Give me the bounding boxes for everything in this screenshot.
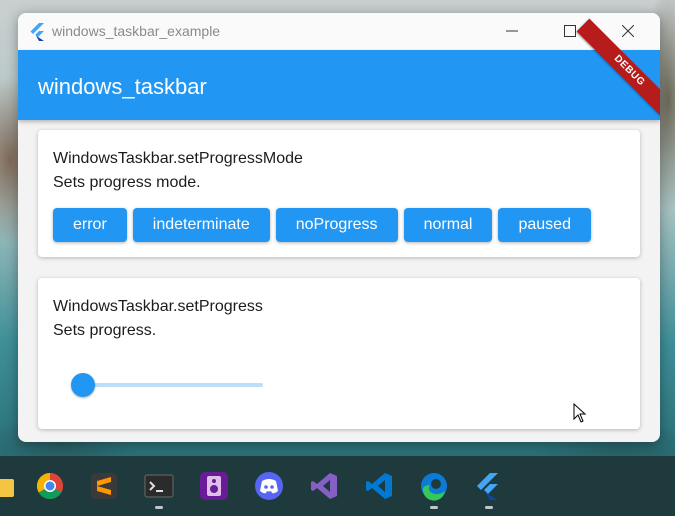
- terminal-icon[interactable]: [144, 471, 174, 501]
- close-icon: [622, 25, 634, 37]
- edge-running-indicator: [430, 506, 438, 509]
- title-bar[interactable]: windows_taskbar_example: [18, 13, 660, 50]
- taskbar: [0, 456, 675, 516]
- terminal-running-indicator: [155, 506, 163, 509]
- progress-mode-card: WindowsTaskbar.setProgressMode Sets prog…: [38, 130, 640, 257]
- paused-button[interactable]: paused: [498, 208, 591, 242]
- progress-slider-track[interactable]: [83, 383, 263, 387]
- winamp-icon[interactable]: [199, 471, 229, 501]
- file-explorer-icon[interactable]: [0, 471, 16, 501]
- chrome-icon[interactable]: [35, 471, 65, 501]
- edge-icon[interactable]: [419, 471, 449, 501]
- visual-studio-icon[interactable]: [309, 471, 339, 501]
- no-progress-button[interactable]: noProgress: [275, 208, 398, 242]
- error-button[interactable]: error: [53, 208, 127, 242]
- app-window: windows_taskbar_example windows_taskbar …: [18, 13, 660, 442]
- sublime-text-icon[interactable]: [89, 471, 119, 501]
- minimize-button[interactable]: [490, 13, 536, 50]
- discord-icon[interactable]: [254, 471, 284, 501]
- progress-slider-thumb[interactable]: [71, 373, 95, 397]
- minimize-icon: [506, 30, 518, 32]
- mouse-cursor-icon: [573, 403, 587, 423]
- card-title: WindowsTaskbar.setProgress: [53, 298, 263, 315]
- maximize-icon: [564, 25, 576, 37]
- progress-card: WindowsTaskbar.setProgress Sets progress…: [38, 278, 640, 429]
- app-bar: windows_taskbar DEBUG: [18, 18, 660, 124]
- flutter-icon[interactable]: [474, 471, 504, 501]
- flutter-logo-icon: [30, 23, 44, 41]
- card-title: WindowsTaskbar.setProgressMode: [53, 150, 303, 167]
- indeterminate-button[interactable]: indeterminate: [132, 208, 270, 242]
- vscode-icon[interactable]: [364, 471, 394, 501]
- app-bar-title: windows_taskbar: [38, 74, 207, 99]
- flutter-running-indicator: [485, 506, 493, 509]
- normal-button[interactable]: normal: [403, 208, 493, 242]
- window-title: windows_taskbar_example: [52, 23, 221, 39]
- card-subtitle: Sets progress mode.: [53, 174, 201, 191]
- card-subtitle: Sets progress.: [53, 322, 157, 339]
- progress-mode-buttons: error indeterminate noProgress normal pa…: [53, 208, 591, 242]
